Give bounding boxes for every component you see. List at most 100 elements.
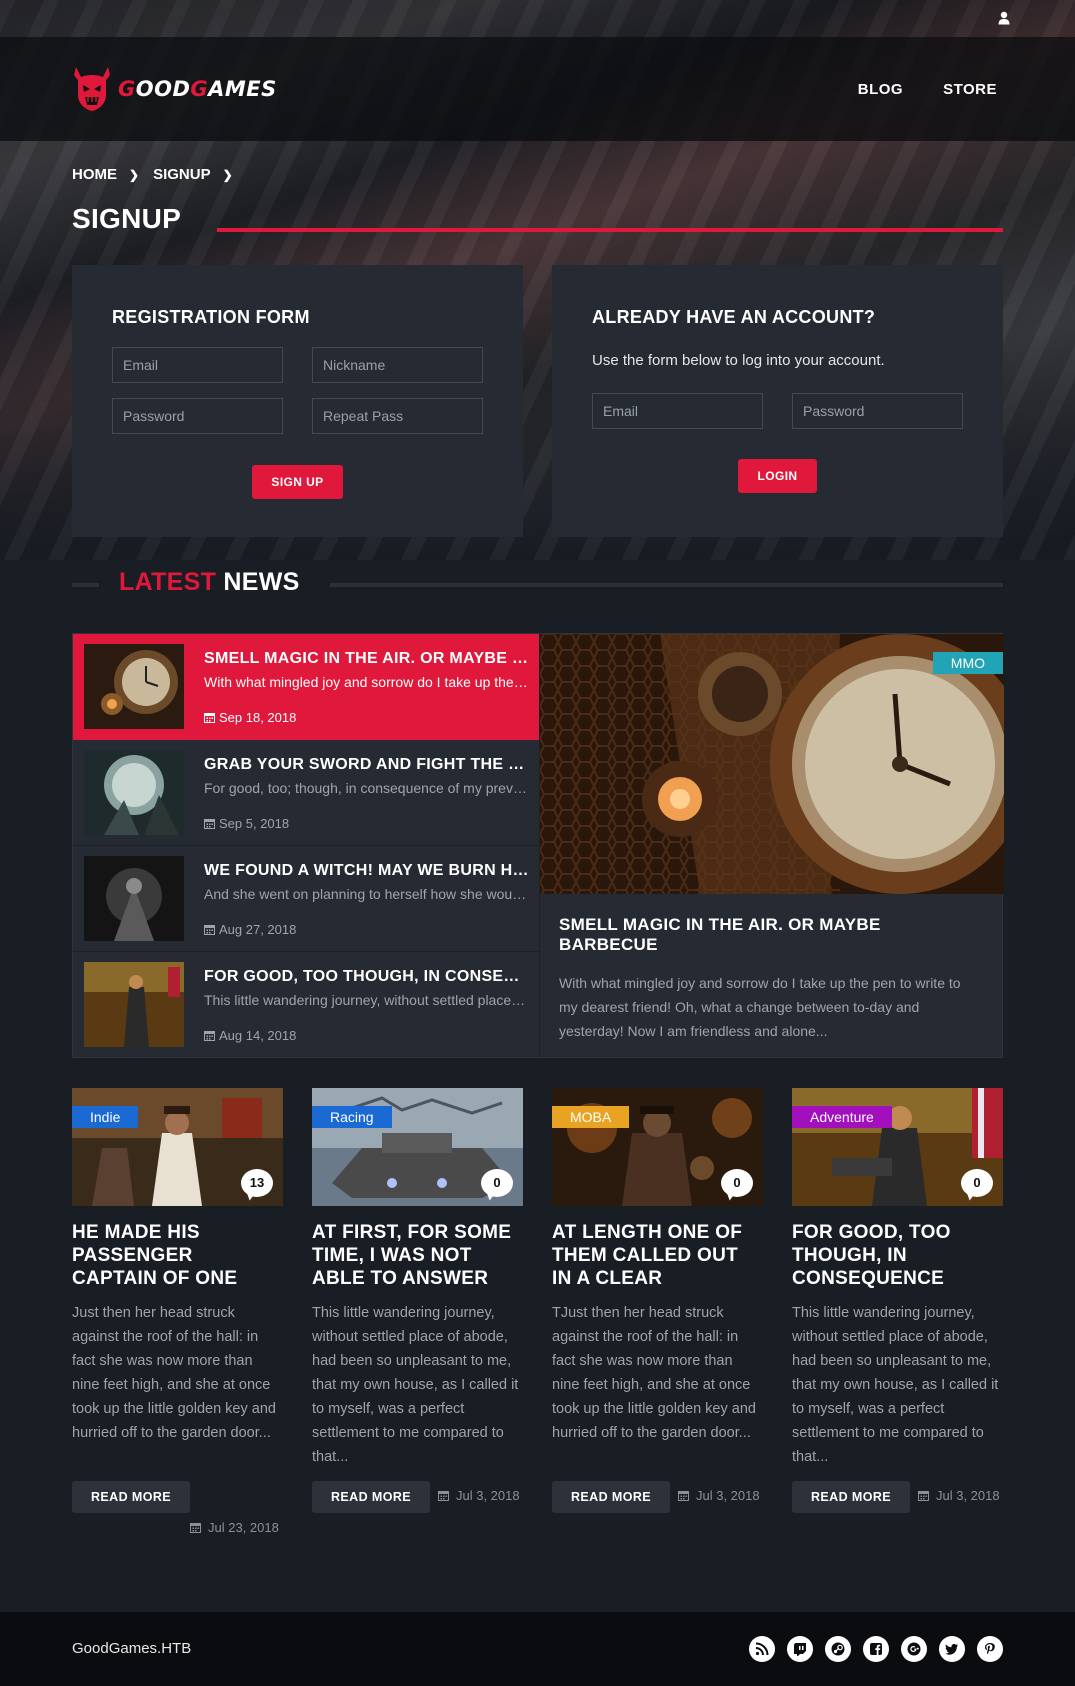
pinterest-icon[interactable] [977,1636,1003,1662]
news-excerpt: With what mingled joy and sorrow do I ta… [204,674,529,690]
featured-tag[interactable]: MMO [932,652,1003,674]
user-icon[interactable] [997,11,1011,25]
news-thumbnail [84,856,184,941]
login-password-input[interactable] [792,393,963,429]
steam-icon[interactable] [825,1636,851,1662]
news-title: SMELL MAGIC IN THE AIR. OR MAYBE BARBECU… [204,650,529,667]
google-plus-icon[interactable] [901,1636,927,1662]
calendar-icon [204,713,215,723]
top-bar [0,0,1075,37]
post-image[interactable]: Indie 13 [72,1088,283,1206]
comment-count-icon[interactable]: 13 [241,1169,273,1197]
post-image[interactable]: Adventure 0 [792,1088,1003,1206]
latest-news-box: SMELL MAGIC IN THE AIR. OR MAYBE BARBECU… [72,633,1004,1058]
chevron-right-icon: ❯ [129,167,140,182]
footer-brand: GoodGames.HTB [72,1640,192,1657]
news-excerpt: For good, too; though, in consequence of… [204,780,529,796]
register-email-input[interactable] [112,347,283,383]
heading-line-left [72,583,99,587]
category-tag[interactable]: Indie [72,1106,139,1128]
post-image[interactable]: Racing 0 [312,1088,523,1206]
register-repeat-password-input[interactable] [312,398,483,434]
news-list-item[interactable]: SMELL MAGIC IN THE AIR. OR MAYBE BARBECU… [73,634,539,740]
read-more-button[interactable]: READ MORE [312,1481,430,1513]
post-date: Jul 3, 2018 [438,1488,520,1503]
calendar-icon [438,1491,449,1501]
registration-title: REGISTRATION FORM [112,307,310,327]
post-date: Jul 3, 2018 [918,1488,1000,1503]
breadcrumb-signup[interactable]: SIGNUP [153,166,211,183]
read-more-button[interactable]: READ MORE [72,1481,190,1513]
nav-blog[interactable]: BLOG [858,81,903,98]
news-list-item[interactable]: WE FOUND A WITCH! MAY WE BURN HER? And s… [73,846,539,952]
category-tag[interactable]: Adventure [792,1106,892,1128]
login-button[interactable]: LOGIN [738,459,817,493]
site-footer: GoodGames.HTB [0,1612,1075,1686]
category-tag[interactable]: Racing [312,1106,392,1128]
news-excerpt: And she went on planning to herself how … [204,886,529,902]
calendar-icon [918,1491,929,1501]
nav-store[interactable]: STORE [943,81,997,98]
post-title[interactable]: AT LENGTH ONE OF THEM CALLED OUT IN A CL… [552,1221,763,1290]
breadcrumb: HOME ❯ SIGNUP ❯ [72,166,247,183]
read-more-button[interactable]: READ MORE [552,1481,670,1513]
comment-count-icon[interactable]: 0 [961,1169,993,1197]
post-title[interactable]: HE MADE HIS PASSENGER CAPTAIN OF ONE [72,1221,283,1290]
post-excerpt: This little wandering journey, without s… [792,1305,999,1465]
news-date: Sep 18, 2018 [204,710,296,725]
calendar-icon [204,1031,215,1041]
news-date: Sep 5, 2018 [204,816,289,831]
demon-skull-icon [74,67,110,111]
twitter-icon[interactable] [939,1636,965,1662]
comment-count-icon[interactable]: 0 [481,1169,513,1197]
facebook-icon[interactable] [863,1636,889,1662]
news-list-item[interactable]: FOR GOOD, TOO THOUGH, IN CONSEQUENCE Thi… [73,952,539,1058]
calendar-icon [204,819,215,829]
rss-icon[interactable] [749,1636,775,1662]
latest-news-heading: LATEST NEWS [72,565,1003,601]
read-more-button[interactable]: READ MORE [792,1481,910,1513]
sign-up-button[interactable]: SIGN UP [252,465,343,499]
news-date: Aug 27, 2018 [204,922,296,937]
news-thumbnail [84,750,184,835]
post-date: Jul 23, 2018 [190,1520,279,1535]
login-description: Use the form below to log into your acco… [592,352,885,369]
post-image[interactable]: MOBA 0 [552,1088,763,1206]
register-nickname-input[interactable] [312,347,483,383]
calendar-icon [678,1491,689,1501]
login-title: ALREADY HAVE AN ACCOUNT? [592,307,876,327]
social-links [749,1636,1003,1662]
news-list: SMELL MAGIC IN THE AIR. OR MAYBE BARBECU… [73,634,539,1057]
login-panel: ALREADY HAVE AN ACCOUNT? Use the form be… [552,265,1003,537]
category-tag[interactable]: MOBA [552,1106,630,1128]
news-thumbnail [84,644,184,729]
main-navbar: GOODGAMES BLOG STORE [0,37,1075,141]
news-title: FOR GOOD, TOO THOUGH, IN CONSEQUENCE [204,968,529,985]
breadcrumb-home[interactable]: HOME [72,166,117,183]
post-date: Jul 3, 2018 [678,1488,760,1503]
post-title[interactable]: AT FIRST, FOR SOME TIME, I WAS NOT ABLE … [312,1221,523,1290]
login-email-input[interactable] [592,393,763,429]
post-title[interactable]: FOR GOOD, TOO THOUGH, IN CONSEQUENCE [792,1221,1003,1290]
news-title: WE FOUND A WITCH! MAY WE BURN HER? [204,862,529,879]
comment-count-icon[interactable]: 0 [721,1169,753,1197]
twitch-icon[interactable] [787,1636,813,1662]
site-logo[interactable]: GOODGAMES [72,65,277,113]
page-title: SIGNUP [72,203,182,234]
post-card: Adventure 0 FOR GOOD, TOO THOUGH, IN CON… [792,1088,1003,1469]
post-excerpt: This little wandering journey, without s… [312,1305,519,1465]
heading-line-right [330,583,1003,587]
register-password-input[interactable] [112,398,283,434]
post-excerpt: Just then her head struck against the ro… [72,1305,276,1441]
featured-news[interactable]: MMO SMELL MAGIC IN THE AIR. OR MAYBE BAR… [539,634,1004,1057]
news-excerpt: This little wandering journey, without s… [204,992,529,1008]
post-card: MOBA 0 AT LENGTH ONE OF THEM CALLED OUT … [552,1088,763,1445]
news-list-item[interactable]: GRAB YOUR SWORD AND FIGHT THE HORDE For … [73,740,539,846]
post-card: Indie 13 HE MADE HIS PASSENGER CAPTAIN O… [72,1088,283,1445]
news-date: Aug 14, 2018 [204,1028,296,1043]
post-card: Racing 0 AT FIRST, FOR SOME TIME, I WAS … [312,1088,523,1469]
featured-title: SMELL MAGIC IN THE AIR. OR MAYBE BARBECU… [559,915,881,954]
post-excerpt: TJust then her head struck against the r… [552,1305,756,1441]
registration-panel: REGISTRATION FORM SIGN UP [72,265,523,537]
calendar-icon [190,1523,201,1533]
